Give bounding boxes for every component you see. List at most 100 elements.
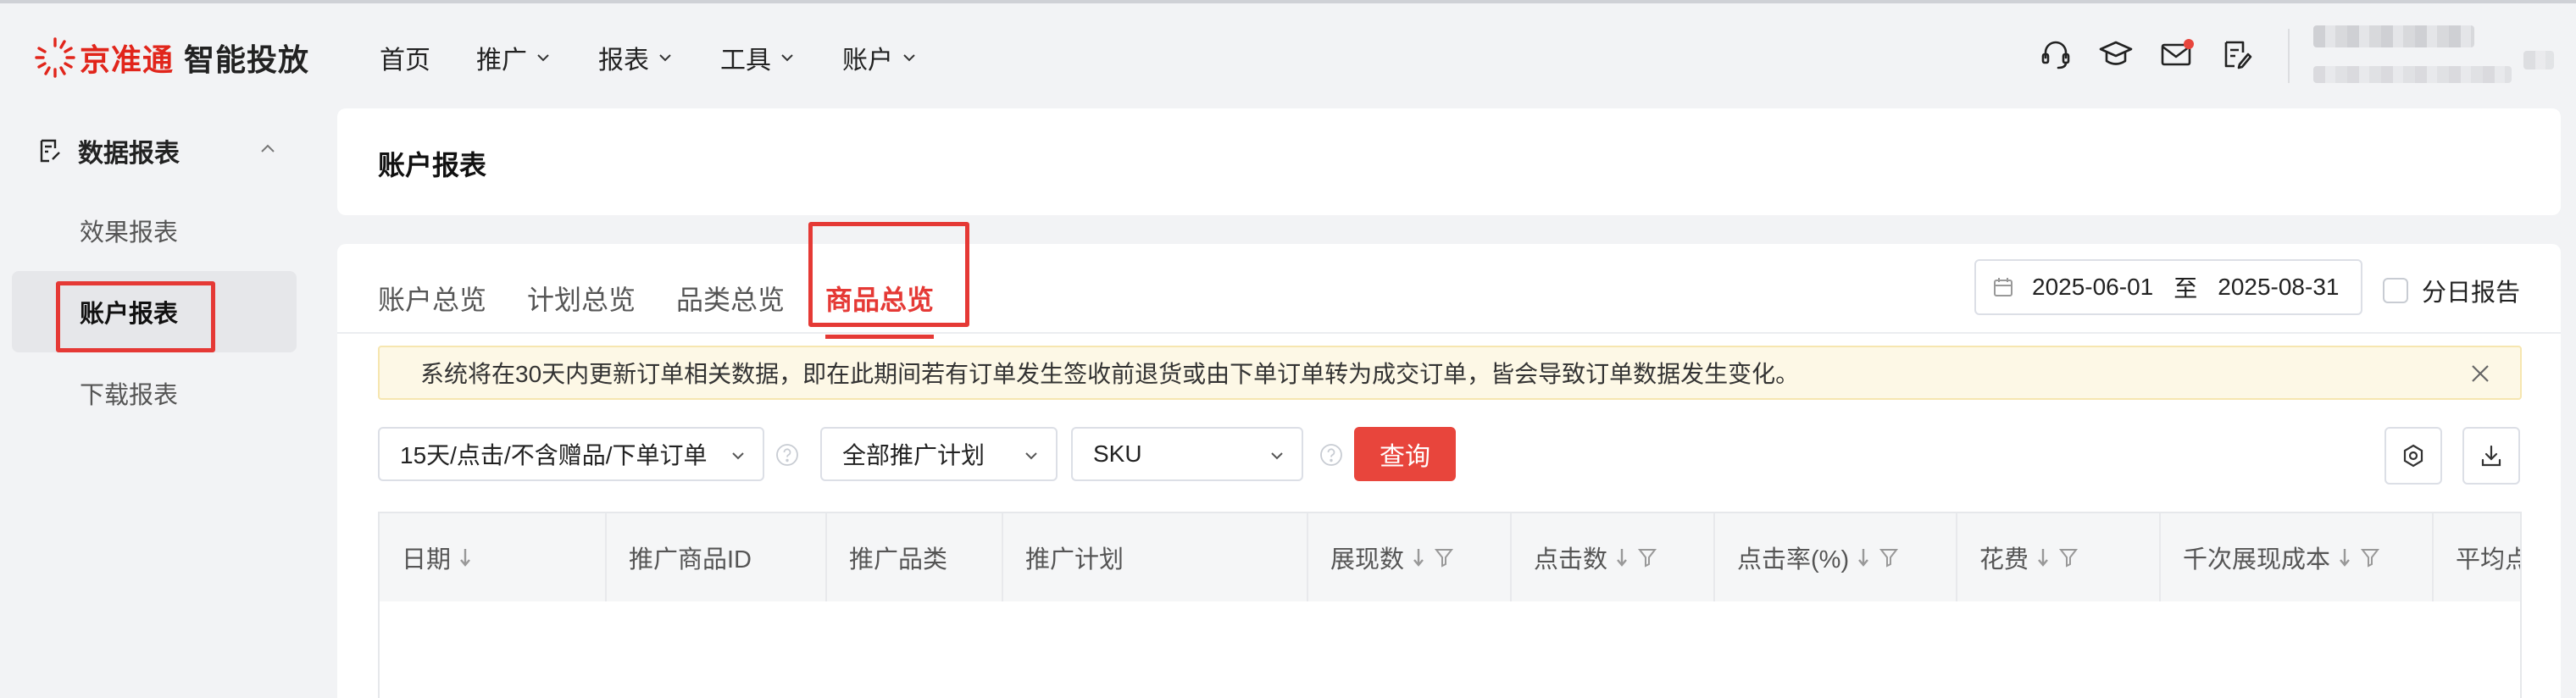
page-title-panel: 账户报表: [337, 108, 2561, 215]
column-header-label: 日期: [402, 546, 452, 573]
chevron-down-icon: [1271, 452, 1283, 460]
filter-funnel-icon[interactable]: [1878, 546, 1900, 569]
column-header-ctr[interactable]: 点击率(%): [1715, 513, 1957, 601]
nav-item-label: 账户: [842, 47, 893, 75]
date-separator: 至: [2174, 275, 2198, 302]
header-divider: [2288, 29, 2290, 83]
unread-badge: [2184, 39, 2194, 49]
nav-item-label: 工具: [720, 47, 771, 75]
filter-funnel-icon[interactable]: [2057, 546, 2079, 569]
sort-arrow-icon[interactable]: [1407, 546, 1430, 569]
filter-funnel-icon[interactable]: [1636, 546, 1658, 569]
query-button[interactable]: 查询: [1354, 427, 1456, 481]
sidebar-section-data-reports[interactable]: 数据报表: [37, 129, 291, 173]
task-list-icon[interactable]: [2218, 36, 2255, 73]
headset-icon[interactable]: [2037, 36, 2074, 73]
brand-logo-icon: [35, 37, 75, 78]
tab-label: 账户总览: [378, 285, 487, 315]
sort-arrow-icon[interactable]: [2334, 546, 2356, 569]
report-document-icon: [40, 139, 60, 163]
help-icon[interactable]: [774, 442, 800, 468]
calendar-icon: [1994, 278, 2012, 296]
tab-category-overview[interactable]: 品类总览: [676, 266, 785, 334]
column-header-clicks[interactable]: 点击数: [1512, 513, 1715, 601]
column-header-cost[interactable]: 花费: [1957, 513, 2161, 601]
split-by-day-checkbox[interactable]: [2383, 278, 2408, 303]
dimension-select[interactable]: SKU: [1071, 427, 1303, 481]
nav-item-label: 首页: [380, 47, 430, 75]
dimension-value: SKU: [1093, 440, 1142, 467]
column-header-label: 推广计划: [1025, 546, 1124, 573]
brand-name: 京准通: [80, 42, 175, 77]
column-header-impressions[interactable]: 展现数: [1308, 513, 1512, 601]
nav-item-tools[interactable]: 工具: [720, 39, 797, 76]
sidebar-item-download-report[interactable]: 下载报表: [12, 352, 297, 434]
column-header-avg-click: 平均点: [2434, 513, 2520, 601]
chevron-down-icon: [903, 54, 915, 62]
download-button[interactable]: [2462, 427, 2520, 485]
chevron-down-icon: [659, 54, 671, 62]
active-tab-indicator: [825, 335, 935, 339]
tab-label: 计划总览: [527, 285, 636, 315]
account-id-redacted: [2313, 66, 2512, 83]
highlight-box-tab: [808, 222, 969, 327]
nav-item-reports[interactable]: 报表: [598, 39, 675, 76]
table-header-row: 日期 推广商品ID 推广品类 推广计划 展现数 点击数 点击率(%) 花费 千次展现成本 平均点: [380, 513, 2520, 601]
nav-item-promotion[interactable]: 推广: [476, 39, 552, 76]
data-update-notice: 系统将在30天内更新订单相关数据，即在此期间若有订单发生签收前退货或由下单订单转…: [378, 346, 2522, 400]
sort-arrow-icon[interactable]: [1852, 546, 1874, 569]
query-button-label: 查询: [1380, 443, 1430, 471]
graduation-cap-icon[interactable]: [2097, 36, 2135, 73]
mail-icon[interactable]: [2157, 36, 2195, 73]
notice-text: 系统将在30天内更新订单相关数据，即在此期间若有订单发生签收前退货或由下单订单转…: [420, 361, 1800, 387]
date-range-picker[interactable]: 2025-06-01 至 2025-08-31: [1974, 259, 2362, 315]
sort-arrow-icon[interactable]: [1611, 546, 1633, 569]
sort-arrow-icon[interactable]: [454, 546, 476, 569]
page-title: 账户报表: [378, 150, 487, 180]
campaign-select[interactable]: 全部推广计划: [820, 427, 1058, 481]
account-avatar-redacted[interactable]: [2523, 51, 2554, 69]
filter-funnel-icon[interactable]: [1433, 546, 1455, 569]
help-icon[interactable]: [1319, 442, 1344, 468]
highlight-box-sidebar: [56, 281, 215, 352]
column-header-label: 点击数: [1534, 546, 1608, 573]
settings-icon: [2403, 444, 2423, 468]
column-header-label: 花费: [1979, 546, 2029, 573]
nav-item-label: 报表: [598, 47, 649, 75]
column-header-category: 推广品类: [827, 513, 1003, 601]
nav-item-label: 推广: [476, 47, 527, 75]
column-header-label: 点击率(%): [1737, 546, 1850, 573]
column-settings-button[interactable]: [2384, 427, 2442, 485]
header-utilities: [2037, 36, 2278, 73]
filter-funnel-icon[interactable]: [2359, 546, 2381, 569]
brand-logo-area[interactable]: 京准通 智能投放: [34, 34, 309, 81]
column-header-label: 展现数: [1330, 546, 1405, 573]
nav-item-account[interactable]: 账户: [842, 39, 919, 76]
product-report-table: 日期 推广商品ID 推广品类 推广计划 展现数 点击数 点击率(%) 花费 千次展现成本 平均点: [378, 512, 2522, 698]
nav-item-home[interactable]: 首页: [380, 39, 430, 76]
tab-account-overview[interactable]: 账户总览: [378, 266, 486, 334]
chevron-up-icon[interactable]: [256, 137, 280, 161]
chevron-down-icon: [732, 452, 744, 460]
top-navigation-bar: 京准通 智能投放 首页 推广 报表 工具 账户: [0, 3, 2576, 102]
chevron-down-icon: [1025, 452, 1037, 460]
column-header-label: 推广商品ID: [629, 546, 752, 573]
split-by-day-toggle[interactable]: 分日报告: [2383, 273, 2520, 308]
sort-arrow-icon[interactable]: [2032, 546, 2054, 569]
split-by-day-label: 分日报告: [2422, 280, 2521, 307]
tab-label: 品类总览: [676, 285, 786, 315]
tab-plan-overview[interactable]: 计划总览: [527, 266, 636, 334]
attribution-select[interactable]: 15天/点击/不含赠品/下单订单: [378, 427, 764, 481]
chevron-down-icon: [537, 54, 549, 62]
sidebar-item-effect-report[interactable]: 效果报表: [12, 190, 297, 271]
column-header-date[interactable]: 日期: [380, 513, 607, 601]
download-icon: [2481, 445, 2501, 467]
column-header-label: 平均点: [2456, 546, 2520, 573]
close-icon[interactable]: [2468, 361, 2493, 386]
column-header-cpm[interactable]: 千次展现成本: [2161, 513, 2434, 601]
sidebar-item-label: 效果报表: [80, 219, 179, 247]
chevron-down-icon: [781, 54, 793, 62]
account-name-redacted[interactable]: [2313, 25, 2474, 47]
date-end: 2025-08-31: [2218, 274, 2340, 300]
sidebar-section-title: 数据报表: [78, 140, 180, 168]
